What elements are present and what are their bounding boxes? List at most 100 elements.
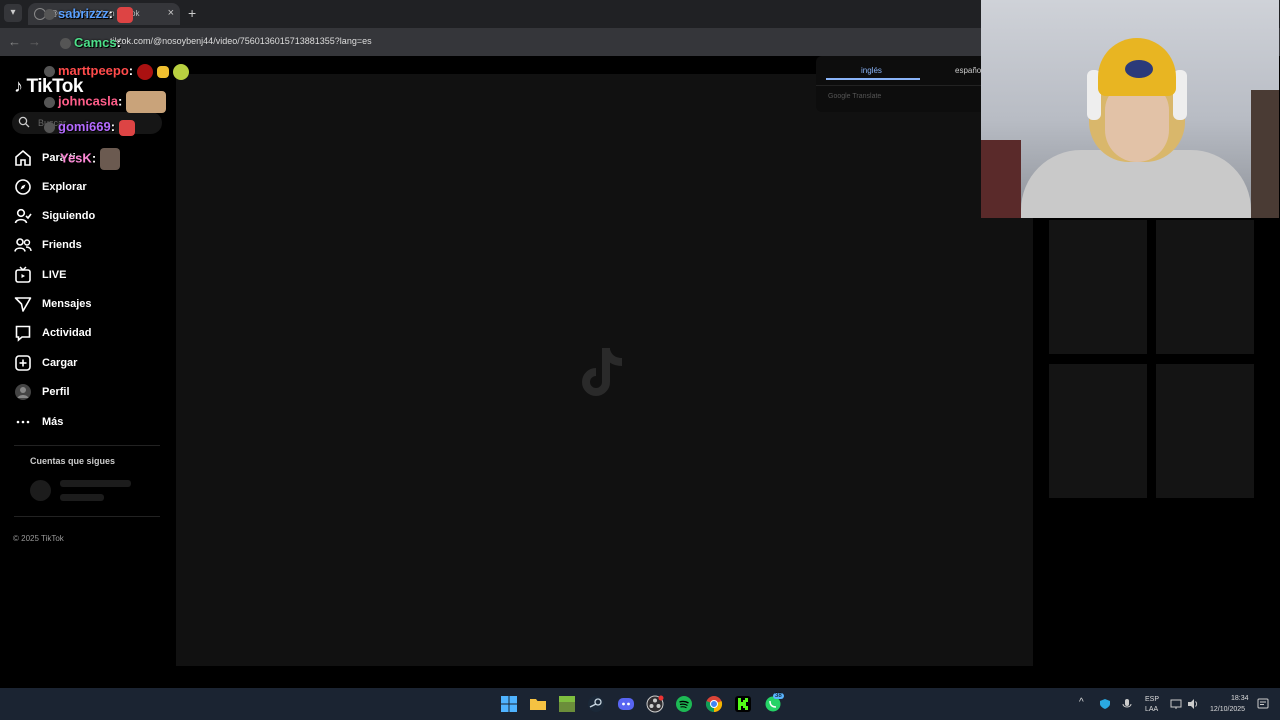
sidebar-item-label: Cargar (42, 357, 78, 369)
music-note-icon: ♪ (14, 76, 23, 96)
sidebar-item-siguiendo[interactable]: Siguiendo (14, 205, 95, 227)
sidebar-item-label: Mensajes (42, 298, 92, 310)
following-icon (14, 208, 32, 224)
chat-message: gomi669: (44, 119, 136, 136)
copyright-text: © 2025 TikTok (13, 534, 64, 543)
tab-search-dropdown-icon[interactable]: ▾ (4, 4, 22, 22)
sidebar-item-label: Siguiendo (42, 210, 96, 222)
windows-start-icon[interactable] (500, 695, 518, 713)
minecraft-icon[interactable] (558, 695, 576, 713)
file-explorer-icon[interactable] (529, 695, 547, 713)
taskbar-date[interactable]: 12/10/2025 (1210, 706, 1245, 713)
spotify-icon[interactable] (675, 695, 693, 713)
video-thumbnail[interactable] (1049, 220, 1147, 354)
discord-icon[interactable] (617, 695, 635, 713)
taskbar-time[interactable]: 18:34 (1231, 695, 1249, 702)
chat-username: marttpeepo (58, 63, 129, 78)
sidebar-item-label: LIVE (42, 269, 67, 281)
chrome-icon[interactable] (705, 695, 723, 713)
video-thumbnail[interactable] (1156, 364, 1254, 498)
emote-icon (116, 6, 133, 23)
translate-divider (816, 85, 986, 86)
security-shield-icon[interactable] (1099, 698, 1111, 710)
translate-target-tab[interactable]: español (955, 66, 983, 75)
emote-icon (126, 91, 167, 113)
chat-username: Camcs (74, 35, 117, 50)
sidebar-item-live[interactable]: LIVE (14, 264, 66, 286)
notification-bell-icon[interactable] (1257, 698, 1269, 710)
tiktok-loading-logo-icon (582, 348, 623, 396)
tray-overflow-chevron-icon[interactable]: ^ (1079, 697, 1084, 708)
sidebar-item-label: Más (42, 416, 64, 428)
sidebar-item-explorar[interactable]: Explorar (14, 176, 87, 198)
chat-username: YesK (60, 150, 92, 166)
sidebar-item-perfil[interactable]: Perfil (14, 381, 70, 403)
translate-active-tab-indicator (826, 78, 920, 80)
webcam-overlay (981, 0, 1279, 218)
microphone-icon[interactable] (1121, 698, 1133, 710)
video-player[interactable] (176, 74, 1033, 666)
keyboard-language-bottom[interactable]: LAA (1145, 706, 1158, 713)
sidebar-item-actividad[interactable]: Actividad (14, 322, 92, 344)
chat-text: : (128, 63, 134, 78)
sidebar-item-friends[interactable]: Friends (14, 234, 82, 256)
messages-icon (14, 297, 32, 312)
steam-icon[interactable] (587, 695, 605, 713)
chat-username: gomi669 (58, 119, 111, 134)
video-thumbnail[interactable] (1156, 220, 1254, 354)
whatsapp-notification-badge: 38 (773, 693, 784, 699)
sidebar-item-label: Actividad (42, 327, 92, 339)
more-icon (16, 420, 30, 424)
chat-text: : (108, 6, 113, 21)
sidebar-divider (14, 445, 160, 446)
sidebar-item-label: Explorar (42, 181, 87, 193)
tab-close-icon[interactable]: × (168, 7, 174, 19)
emote-icon (173, 63, 190, 80)
url-field[interactable]: tiktok.com/@nosoybenj44/video/7560136015… (110, 36, 372, 46)
chat-message: YesK: (60, 148, 121, 170)
sidebar-item-label: Perfil (42, 386, 70, 398)
emote-icon (137, 63, 154, 80)
sidebar-item-cargar[interactable]: Cargar (14, 352, 77, 374)
activity-icon (15, 325, 31, 342)
chat-badge-icon (44, 122, 55, 134)
chat-text: : (91, 150, 97, 166)
network-icon[interactable] (1170, 698, 1182, 710)
chat-username: sabrizzz (58, 6, 109, 21)
sidebar-divider (14, 516, 160, 517)
chat-badge-icon (44, 9, 55, 21)
skeleton-avatar (30, 480, 51, 501)
upload-icon (15, 355, 31, 371)
skeleton-line (60, 494, 104, 501)
sidebar-item-mas[interactable]: Más (14, 411, 63, 433)
keyboard-language-top[interactable]: ESP (1145, 696, 1159, 703)
chat-badge-icon (60, 38, 71, 50)
video-thumbnail[interactable] (1049, 364, 1147, 498)
chat-text: : (116, 35, 121, 50)
emote-icon (100, 148, 121, 170)
chat-text: : (117, 93, 123, 109)
search-icon (18, 116, 30, 128)
following-accounts-title: Cuentas que sigues (30, 456, 116, 466)
volume-icon[interactable] (1187, 698, 1199, 710)
kick-icon[interactable] (734, 695, 752, 713)
profile-avatar (15, 384, 31, 400)
translate-source-tab[interactable]: inglés (861, 66, 882, 75)
skeleton-line (60, 480, 131, 487)
compass-icon (15, 179, 31, 195)
beanie-logo (1125, 60, 1153, 78)
translate-popup: inglés español Google Translate (816, 56, 986, 112)
sidebar-item-mensajes[interactable]: Mensajes (14, 293, 92, 315)
windows-taskbar: 38 ^ ESP LAA 18:34 12/10/2025 (0, 688, 1280, 720)
obs-icon[interactable] (646, 695, 664, 713)
webcam-shelf (1251, 90, 1279, 218)
sidebar-item-label: Friends (42, 239, 82, 251)
friends-icon (14, 238, 32, 252)
chat-message: sabrizzz: (44, 6, 133, 23)
chat-message: Camcs: (60, 35, 121, 50)
chat-text: : (110, 119, 116, 134)
new-tab-button[interactable]: + (188, 5, 196, 21)
back-arrow-icon[interactable]: ← (8, 34, 21, 49)
webcam-background-object (981, 140, 1021, 218)
forward-arrow-icon[interactable]: → (28, 34, 41, 49)
